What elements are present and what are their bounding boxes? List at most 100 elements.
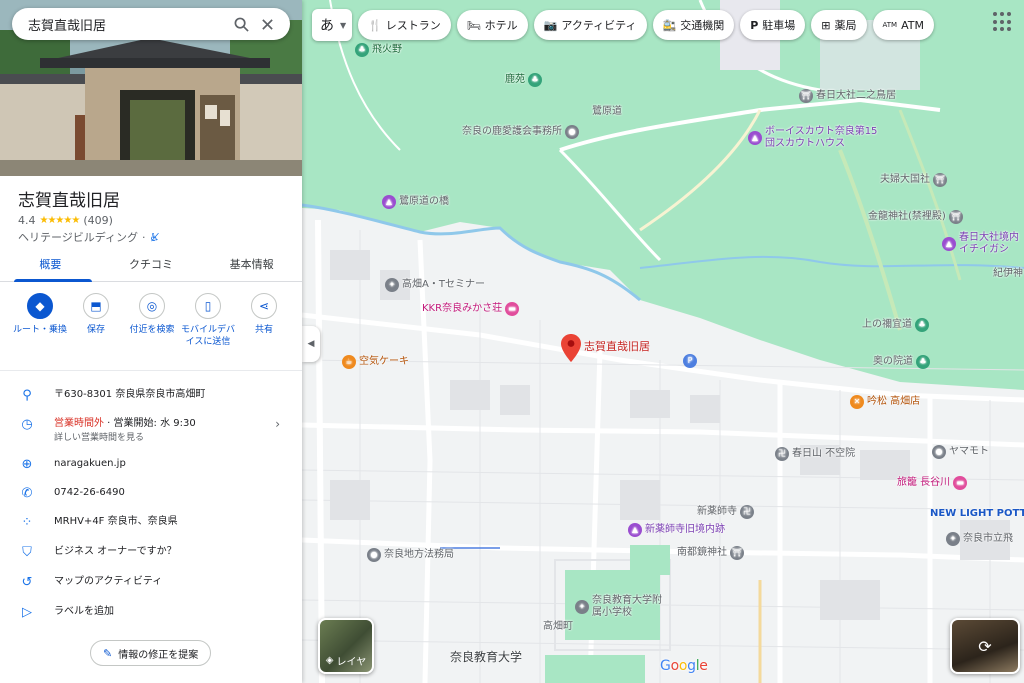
map-poi-yamamoto[interactable]: ● ヤマモト [932,445,989,459]
map-poi-boyscout[interactable]: ▲ ボーイスカウト奈良第15団スカウトハウス [748,126,878,150]
map-poi-ryokan-hase[interactable]: 旅籠 長谷川 ▬ [897,476,968,490]
street-view-thumbnail[interactable]: ⟳ [950,618,1020,674]
maps-activity-row[interactable]: ↺ マップのアクティビティ [0,575,302,590]
chip-atm[interactable]: ATM ATM [872,10,934,40]
google-apps-icon[interactable] [993,12,1013,32]
chip-pharmacy[interactable]: ⊞ 薬局 [811,10,867,40]
chevron-left-icon: ◀ [307,339,315,349]
chip-hotel[interactable]: 🛏 ホテル [456,10,528,40]
map-parking-marker[interactable]: P [683,354,697,368]
map-poi-kuuki[interactable]: ☕ 空気ケーキ [342,355,409,369]
map-poi-rokuen[interactable]: 鹿苑 ♣ [505,73,542,87]
plus-code-row[interactable]: ⁘ MRHV+4F 奈良市、奈良県 [0,515,302,530]
plus-code-icon: ⁘ [21,515,33,530]
hours-row[interactable]: ◷ 営業時間外 · 営業開始: 水 9:30 詳しい営業時間を見る › [0,417,302,445]
shrine-icon: ⛩ [799,89,813,103]
map-poi-kasuga-inner[interactable]: ▲ 春日大社境内イチイガシ [942,232,1024,256]
map-poi-tobihino[interactable]: ♣ 飛火野 [355,43,402,57]
park-icon: ♣ [916,355,930,369]
map-poi-shinyaku-ato[interactable]: ▲ 新薬師寺旧境内跡 [628,523,725,537]
label-tag-icon: ▷ [22,605,32,620]
rating-summary[interactable]: 4.4 ★★★★★ (409) [18,214,113,227]
map-poi-kasuga-ninotorii[interactable]: ⛩ 春日大社二之鳥居 [799,89,896,103]
hours-more-link[interactable]: 詳しい営業時間を見る [54,433,144,443]
bookmark-icon: ⬒ [83,293,109,319]
add-label-row[interactable]: ▷ ラベルを追加 [0,605,302,620]
map-poi-fuzoku[interactable]: ✦ 奈良教育大学附属小学校 [575,595,670,619]
history-icon: ↺ [21,575,33,590]
share-button[interactable]: ⋖ 共有 [236,293,292,348]
save-button[interactable]: ⬒ 保存 [68,293,124,348]
collapse-panel-button[interactable]: ◀ [302,326,320,362]
phone-number[interactable]: 0742-26-6490 [54,486,125,500]
map-poi-nanto[interactable]: 南都鏡神社 ⛩ [677,546,744,560]
temple-icon: 卍 [775,447,789,461]
nearby-button[interactable]: ◎ 付近を検索 [124,293,180,348]
input-language-button[interactable]: あ ▼ [312,9,352,41]
tab-overview[interactable]: 概要 [0,250,101,281]
phone-icon: ✆ [21,486,33,501]
nearby-icon: ◎ [139,293,165,319]
maps-activity-text: マップのアクティビティ [54,576,163,587]
suggest-edit-button[interactable]: ✎ 情報の修正を提案 [90,640,212,666]
map-poi-sagi-hashi[interactable]: ▲ 鷺原道の橋 [382,195,449,209]
share-icon: ⋖ [251,293,277,319]
place-category[interactable]: ヘリテージビルディング [18,229,138,245]
tab-reviews[interactable]: クチコミ [101,250,202,281]
close-icon[interactable] [254,11,280,37]
add-label-text: ラベルを追加 [54,606,114,617]
address-row[interactable]: ⚲ 〒630-8301 奈良県奈良市高畑町 [0,388,302,403]
chip-parking[interactable]: P 駐車場 [740,10,806,40]
rotate-360-icon: ⟳ [978,636,992,656]
atm-icon: ATM [882,21,898,29]
parking-icon: P [750,18,759,32]
school-icon: ✦ [385,278,399,292]
map-poi-okuno[interactable]: 奥の院道 ♣ [873,355,930,369]
location-pin-icon: ⚲ [22,388,32,403]
directions-button[interactable]: ◆ ルート・乗換 [12,293,68,348]
layers-icon: ◈ [325,655,334,666]
map-poi-kasugayama[interactable]: 卍春日山 不空院 [775,447,855,461]
website-link[interactable]: naragakuen.jp [54,457,126,471]
hours-status: 営業時間外 [54,418,104,429]
claim-business-row[interactable]: ⛉ ビジネス オーナーですか？ [0,545,302,560]
map-poi-meoto[interactable]: 夫婦大国社 ⛩ [880,173,947,187]
address-text: 〒630-8301 奈良県奈良市高畑町 [54,389,206,400]
accessibility-icon[interactable]: ♿̸ [150,231,160,244]
chip-activity[interactable]: 📷 アクティビティ [533,10,647,40]
camera-icon: 📷 [543,18,558,32]
review-count[interactable]: (409) [83,214,113,227]
map-poi-kamino[interactable]: 上の禰宜道 ♣ [862,318,929,332]
map-poi-kkr[interactable]: KKR奈良みかさ荘 ▬ [422,302,520,316]
website-row[interactable]: ⊕ naragakuen.jp [0,457,302,472]
phone-row[interactable]: ✆ 0742-26-6490 [0,486,302,501]
map-label-target[interactable]: 志賀直哉旧居 [584,341,650,353]
transit-icon: 🚉 [662,18,677,32]
chip-restaurant[interactable]: 🍴 レストラン [358,10,451,40]
temple-icon: 卍 [740,505,754,519]
map-poi-chiho[interactable]: ● 奈良地方法務局 [367,548,454,562]
search-icon[interactable] [228,11,254,37]
selected-place-pin-icon[interactable] [561,334,581,362]
shrine-icon: ⛩ [730,546,744,560]
search-bar[interactable]: 志賀直哉旧居 [12,8,290,40]
map-poi-takabatake-seminar[interactable]: ✦ 高畑A・Tセミナー [385,278,485,292]
send-to-phone-button[interactable]: ▯ モバイルデバイスに送信 [180,293,236,348]
tab-about[interactable]: 基本情報 [201,250,302,281]
map-poi-narashi-school[interactable]: ✦ 奈良市立飛 [946,532,1013,546]
map-poi-ginmatsu[interactable]: ✕ 吟松 高畑店 [850,395,920,409]
chip-transit[interactable]: 🚉 交通機関 [652,10,735,40]
hotel-icon: ▬ [953,476,968,490]
place-title: 志賀直哉旧居 [18,191,120,211]
place-side-panel: 志賀直哉旧居 志賀直哉旧居 4.4 ★★★★★ (409) ヘリテージビルディン… [0,0,302,683]
map-poi-aigokai[interactable]: 奈良の鹿愛護会事務所 ● [462,125,579,139]
app-root: ♣ 飛火野 鹿苑 ♣ 鷺原道 奈良の鹿愛護会事務所 ● ⛩ 春日大社二之鳥居 ▲ ボーイス… [0,0,1024,683]
search-input[interactable]: 志賀直哉旧居 [28,15,228,34]
map-poi-kinryu[interactable]: 金龍神社(禁裡殿) ⛩ [868,210,963,224]
layers-button[interactable]: ◈ レイヤ [318,618,374,674]
building-icon: ● [565,125,579,139]
chevron-right-icon[interactable]: › [275,417,280,431]
map-poi-shinyakushiji[interactable]: 新薬師寺卍 [697,505,754,519]
place-icon: ● [932,445,946,459]
map-poi-new-light[interactable]: NEW LIGHT POTTER [930,508,1024,520]
